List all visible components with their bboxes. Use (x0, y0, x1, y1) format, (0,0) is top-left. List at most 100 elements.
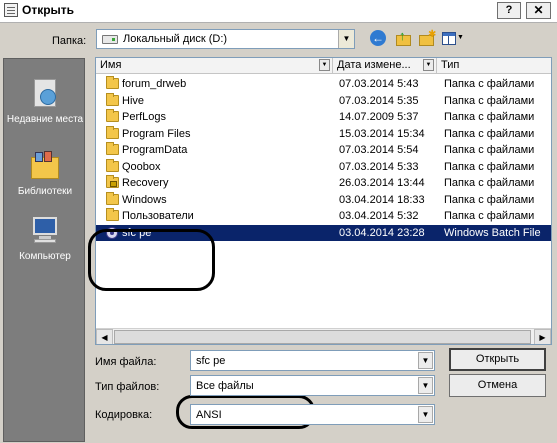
libraries-icon (28, 149, 62, 183)
annotation-oval-selected-file (88, 229, 215, 291)
chevron-down-icon[interactable]: ▼ (418, 406, 433, 423)
file-date: 03.04.2014 18:33 (339, 193, 425, 206)
open-file-dialog: Папка: Локальный диск (D:) ▼ ← ↑ ✱ ▼ Нед… (0, 22, 557, 443)
place-label: Компьютер (19, 251, 71, 262)
file-row[interactable]: Qoobox 07.03.2014 5:33 Папка с файлами (96, 158, 551, 175)
file-name: Recovery (122, 177, 169, 189)
sparkle-icon: ✱ (428, 29, 437, 40)
file-row[interactable]: Пользователи 03.04.2014 5:32 Папка с фай… (96, 208, 551, 224)
scroll-left-icon[interactable]: ◀ (96, 329, 113, 344)
help-button[interactable]: ? (497, 2, 521, 19)
file-row[interactable]: Windows 03.04.2014 18:33 Папка с файлами (96, 191, 551, 208)
folder-combo[interactable]: Локальный диск (D:) ▼ (96, 29, 355, 49)
window-icon (4, 3, 18, 17)
encoding-label: Кодировка: (95, 409, 153, 421)
folder-icon (106, 125, 119, 139)
file-row[interactable]: Program Files 15.03.2014 15:34 Папка с ф… (96, 125, 551, 142)
file-date: 03.04.2014 5:32 (339, 210, 419, 222)
filename-label: Имя файла: (95, 356, 157, 368)
drive-icon (102, 35, 118, 44)
column-header: Имя ▼ Дата измене... ▼ Тип (96, 58, 551, 74)
file-name: Program Files (122, 127, 191, 140)
file-name: PerfLogs (122, 111, 167, 123)
folder-icon (106, 92, 119, 106)
scrollbar-thumb[interactable] (114, 330, 531, 344)
folder-icon (106, 142, 119, 155)
column-date[interactable]: Дата измене... ▼ (333, 58, 437, 74)
folder-icon (106, 76, 119, 89)
folder-icon (106, 208, 119, 221)
column-date-label: Дата измене... (337, 59, 411, 71)
view-menu-button[interactable]: ▼ (441, 30, 464, 48)
file-list[interactable]: Имя ▼ Дата измене... ▼ Тип forum_drweb 07.… (95, 57, 552, 345)
file-type: Папка с файлами (444, 177, 535, 189)
file-date: 07.03.2014 5:54 (339, 144, 419, 156)
column-name-label: Имя (100, 59, 122, 71)
scroll-right-icon[interactable]: ▶ (534, 329, 551, 344)
file-type: Папка с файлами (444, 127, 535, 140)
filetype-select[interactable]: Все файлы ▼ (190, 375, 435, 396)
close-button[interactable]: ✕ (526, 2, 551, 19)
file-type: Windows Batch File (444, 226, 541, 239)
file-type: Папка с файлами (444, 144, 535, 156)
file-name: Qoobox (122, 160, 161, 173)
computer-icon (28, 214, 62, 248)
file-date: 07.03.2014 5:33 (339, 160, 419, 173)
file-name: ProgramData (122, 144, 188, 156)
chevron-down-icon[interactable]: ▼ (423, 59, 434, 71)
file-row[interactable]: forum_drweb 07.03.2014 5:43 Папка с файл… (96, 76, 551, 92)
file-row[interactable]: Recovery 26.03.2014 13:44 Папка с файлам… (96, 175, 551, 191)
file-date: 15.03.2014 15:34 (339, 127, 425, 140)
folder-icon (106, 109, 119, 122)
window-title: Открыть (22, 3, 75, 17)
recent-places-icon (28, 77, 62, 111)
chevron-down-icon[interactable]: ▼ (418, 377, 433, 394)
title-bar: Открыть ? ✕ (0, 0, 557, 22)
file-date: 07.03.2014 5:35 (339, 94, 419, 107)
chevron-down-icon[interactable]: ▼ (418, 352, 433, 369)
folder-icon (106, 158, 119, 172)
place-recent[interactable]: Недавние места (4, 77, 86, 126)
file-name: forum_drweb (122, 78, 187, 90)
file-date: 03.04.2014 23:28 (339, 226, 425, 239)
file-date: 14.07.2009 5:37 (339, 111, 419, 123)
column-type-label: Тип (441, 59, 460, 71)
up-arrow-icon: ↑ (399, 28, 406, 43)
file-type: Папка с файлами (444, 193, 535, 206)
file-type: Папка с файлами (444, 78, 535, 90)
place-computer[interactable]: Компьютер (4, 214, 86, 263)
file-type: Папка с файлами (444, 210, 535, 222)
place-label: Библиотеки (17, 186, 73, 197)
file-type: Папка с файлами (444, 111, 535, 123)
file-name: Windows (122, 193, 167, 206)
column-type[interactable]: Тип (437, 58, 551, 74)
cancel-button[interactable]: Отмена (449, 374, 546, 397)
file-row[interactable]: PerfLogs 14.07.2009 5:37 Папка с файлами (96, 109, 551, 125)
chevron-down-icon[interactable]: ▼ (338, 30, 354, 48)
encoding-select[interactable]: ANSI ▼ (190, 404, 435, 425)
filetype-value: Все файлы (196, 380, 254, 392)
file-date: 07.03.2014 5:43 (339, 78, 419, 90)
file-name: Hive (122, 94, 145, 107)
back-button[interactable]: ← (370, 30, 388, 48)
horizontal-scrollbar[interactable]: ◀ ▶ (96, 328, 551, 344)
folder-icon (106, 191, 119, 205)
file-row[interactable]: Hive 07.03.2014 5:35 Папка с файлами (96, 92, 551, 109)
new-folder-button[interactable]: ✱ (418, 29, 437, 48)
open-button[interactable]: Открыть (449, 348, 546, 371)
chevron-down-icon[interactable]: ▼ (319, 59, 330, 71)
folder-label: Папка: (52, 35, 87, 47)
file-date: 26.03.2014 13:44 (339, 177, 425, 189)
file-row[interactable]: ProgramData 07.03.2014 5:54 Папка с файл… (96, 142, 551, 158)
up-folder-button[interactable]: ↑ (395, 28, 413, 48)
place-libraries[interactable]: Библиотеки (4, 149, 86, 198)
back-arrow-icon: ← (370, 30, 386, 46)
locked-folder-icon (106, 175, 119, 188)
column-name[interactable]: Имя ▼ (96, 58, 333, 74)
filename-field[interactable]: sfc pe ▼ (190, 350, 435, 371)
file-type: Папка с файлами (444, 160, 535, 173)
filetype-label: Тип файлов: (95, 381, 160, 393)
folder-value: Локальный диск (D:) (123, 33, 228, 45)
file-type: Папка с файлами (444, 94, 535, 107)
filename-value: sfc pe (196, 355, 226, 367)
